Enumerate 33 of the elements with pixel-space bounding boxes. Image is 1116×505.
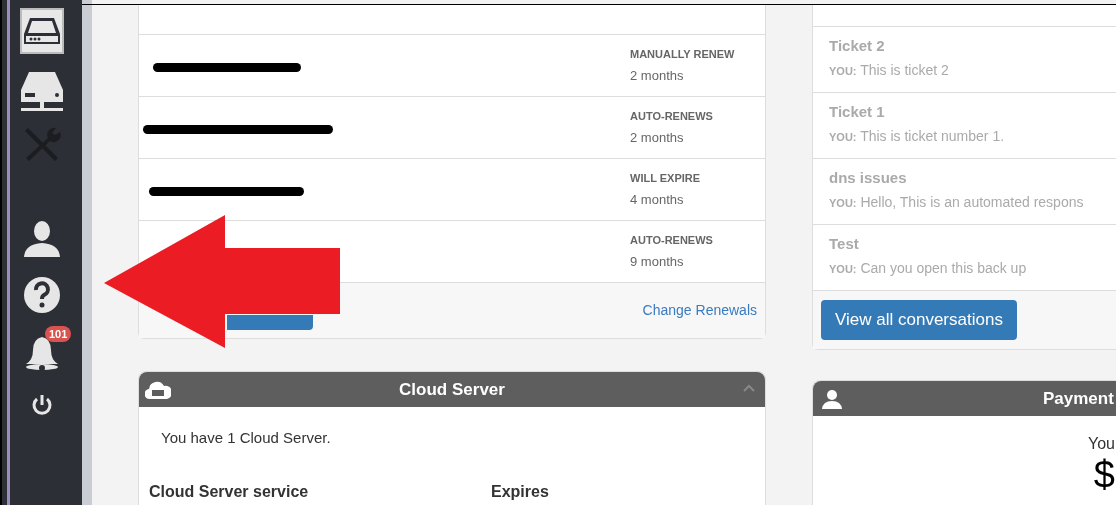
ticket-title[interactable]: Ticket 2 — [829, 35, 1116, 58]
view-all-conversations-button[interactable]: View all conversations — [821, 300, 1017, 340]
renewal-term: 4 months — [630, 191, 685, 209]
renewal-status: AUTO-RENEWS — [630, 232, 713, 248]
renewal-status: AUTO-RENEWS — [630, 108, 713, 124]
ticket-title[interactable]: Ticket 1 — [829, 101, 1116, 124]
renewal-term: 9 months — [630, 253, 685, 271]
panel-title: Cloud Server — [399, 378, 505, 401]
user-icon — [821, 389, 843, 409]
notification-badge: 101 — [45, 326, 72, 342]
ticket-preview: YOU: Hello, This is an automated respons — [829, 192, 1085, 212]
payment-text: You — [1088, 434, 1115, 454]
payment-amount: $ — [1093, 456, 1115, 494]
power-icon[interactable] — [31, 394, 53, 416]
ticket-preview: YOU: This is ticket 2 — [829, 60, 950, 80]
server-icon[interactable] — [19, 70, 65, 114]
cloud-server-icon — [145, 380, 171, 400]
server-icon[interactable] — [20, 8, 64, 54]
renewal-term: 2 months — [630, 67, 685, 85]
renewal-status: MANUALLY RENEW — [630, 46, 735, 62]
panel-title: Payment — [1043, 387, 1114, 410]
help-icon[interactable] — [23, 276, 61, 314]
renewal-status: WILL EXPIRE — [630, 170, 701, 186]
ticket-title[interactable]: dns issues — [829, 167, 1116, 190]
column-header: Expires — [491, 481, 549, 502]
change-renewals-link[interactable]: Change Renewals — [642, 300, 757, 321]
ticket-title[interactable]: Test — [829, 233, 1116, 256]
renewal-term: 2 months — [630, 129, 685, 147]
ticket-preview: YOU: This is ticket number 1. — [829, 126, 1006, 146]
user-icon[interactable] — [22, 220, 62, 258]
column-header: Cloud Server service — [149, 481, 310, 502]
cloud-server-summary: You have 1 Cloud Server. — [160, 428, 332, 448]
ticket-preview: YOU: Can you open this back up — [829, 258, 1028, 278]
